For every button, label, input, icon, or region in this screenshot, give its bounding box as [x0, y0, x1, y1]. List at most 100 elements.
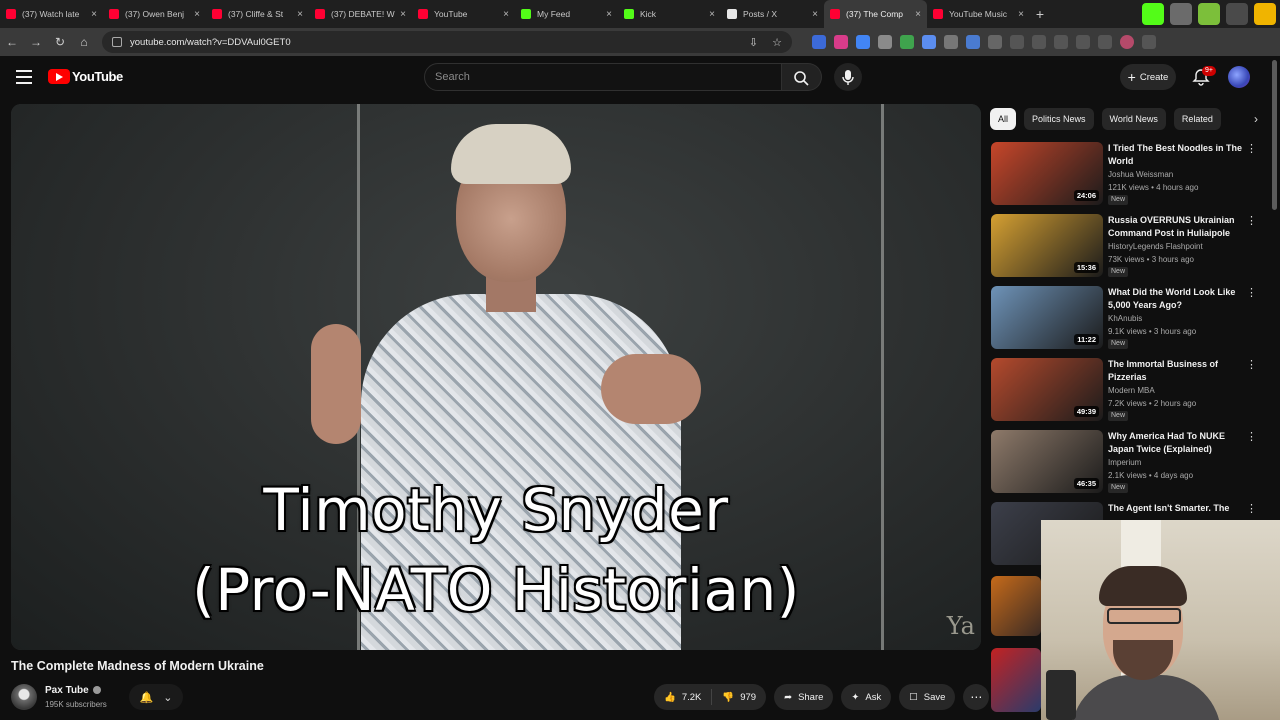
page-scrollbar[interactable]	[1272, 60, 1277, 210]
browser-tab[interactable]: YouTube ×	[412, 0, 515, 28]
chevron-right-icon[interactable]: ›	[1254, 112, 1266, 126]
share-button[interactable]: ➦ Share	[774, 684, 834, 710]
browser-tab[interactable]: (37) Watch late ×	[0, 0, 103, 28]
recommendation-thumbnail[interactable]: 46:35	[991, 430, 1103, 493]
counter-extension-icon[interactable]	[1226, 3, 1248, 25]
tab-close-icon[interactable]: ×	[91, 9, 97, 20]
more-options-icon[interactable]: ⋮	[1246, 430, 1257, 443]
recommendation-thumbnail[interactable]	[991, 576, 1041, 636]
tab-close-icon[interactable]: ×	[812, 9, 818, 20]
extension-icon[interactable]	[900, 35, 914, 49]
history-icon[interactable]	[1010, 35, 1024, 49]
chip-related[interactable]: Related	[1173, 108, 1221, 130]
browser-tab[interactable]: (37) Owen Benj ×	[103, 0, 206, 28]
recommendation-item[interactable]: 24:06 I Tried The Best Noodles in The Wor…	[991, 142, 1261, 206]
new-tab-button[interactable]: +	[1030, 6, 1050, 22]
mask-extension-icon[interactable]	[1254, 3, 1276, 25]
chip-politics-news[interactable]: Politics News	[1024, 108, 1094, 130]
tab-label: (37) Cliffe & St	[228, 9, 284, 19]
tab-close-icon[interactable]: ×	[709, 9, 715, 20]
more-actions-button[interactable]: ⋯	[963, 684, 990, 710]
recommendation-thumbnail[interactable]: 15:36	[991, 214, 1103, 277]
browser-tab[interactable]: (37) Cliffe & St ×	[206, 0, 309, 28]
install-icon[interactable]: ⇩	[749, 36, 758, 49]
devtools-icon[interactable]	[1032, 35, 1046, 49]
back-icon[interactable]: ←	[0, 35, 24, 49]
video-caption-name: Timothy Snyder	[263, 476, 729, 544]
search-button[interactable]	[782, 63, 822, 91]
chip-world-news[interactable]: World News	[1101, 108, 1166, 130]
tab-close-icon[interactable]: ×	[297, 9, 303, 20]
subscription-bell-button[interactable]: 🔔 ⌄	[129, 684, 183, 710]
tab-label: (37) The Comp	[846, 9, 904, 19]
browser-tab[interactable]: (37) The Comp ×	[824, 0, 927, 28]
browser-tab[interactable]: Posts / X ×	[721, 0, 824, 28]
account-avatar[interactable]	[1228, 66, 1250, 88]
tab-close-icon[interactable]: ×	[606, 9, 612, 20]
bookmark-star-icon[interactable]: ☆	[772, 36, 782, 49]
browser-tab[interactable]: Kick ×	[618, 0, 721, 28]
recommendation-thumbnail[interactable]: 11:22	[991, 286, 1103, 349]
more-options-icon[interactable]: ⋮	[1246, 214, 1257, 227]
more-options-icon[interactable]: ⋮	[1246, 358, 1257, 371]
screenshot-icon[interactable]	[1098, 35, 1112, 49]
tab-close-icon[interactable]: ×	[194, 9, 200, 20]
tab-close-icon[interactable]: ×	[915, 9, 921, 20]
share-icon: ➦	[784, 691, 793, 703]
extensions-puzzle-icon[interactable]	[988, 35, 1002, 49]
voice-search-button[interactable]	[834, 63, 862, 91]
recommendation-item[interactable]: 11:22 What Did the World Look Like 5,000 …	[991, 286, 1261, 350]
like-button[interactable]: 👍 7.2K	[654, 684, 711, 710]
extension-icon[interactable]	[878, 35, 892, 49]
channel-name[interactable]: Pax Tube	[45, 685, 101, 696]
browser-menu-icon[interactable]	[1142, 35, 1156, 49]
tab-close-icon[interactable]: ×	[400, 9, 406, 20]
more-options-icon[interactable]: ⋮	[1246, 142, 1257, 155]
recommendation-meta: 73K views • 3 hours ago	[1108, 255, 1194, 264]
recommendation-thumbnail[interactable]	[991, 648, 1041, 712]
dislike-button[interactable]: 👎 979	[712, 684, 766, 710]
create-button[interactable]: + Create	[1120, 64, 1176, 90]
recommendation-item[interactable]: 46:35 Why America Had To NUKE Japan Twice…	[991, 430, 1261, 494]
recommendation-thumbnail[interactable]: 49:39	[991, 358, 1103, 421]
profile-avatar[interactable]	[1120, 35, 1134, 49]
tab-favicon-icon	[6, 9, 16, 19]
extension-icon[interactable]	[966, 35, 980, 49]
browser-tab[interactable]: (37) DEBATE! W ×	[309, 0, 412, 28]
video-player[interactable]: Timothy Snyder (Pro-NATO Historian) Ya	[11, 104, 981, 650]
recommendation-thumbnail[interactable]: 24:06	[991, 142, 1103, 205]
browser-tab[interactable]: My Feed ×	[515, 0, 618, 28]
reading-list-icon[interactable]	[1054, 35, 1068, 49]
profile-extension-icon[interactable]	[1170, 3, 1192, 25]
extension-icon[interactable]	[834, 35, 848, 49]
chip-all[interactable]: All	[990, 108, 1017, 130]
create-label: Create	[1139, 71, 1169, 83]
sidepanel-icon[interactable]	[1076, 35, 1090, 49]
site-info-icon[interactable]	[112, 37, 122, 47]
tab-close-icon[interactable]: ×	[1018, 9, 1024, 20]
channel-avatar[interactable]	[11, 684, 37, 710]
ask-button[interactable]: ✦ Ask	[841, 684, 892, 710]
tab-close-icon[interactable]: ×	[503, 9, 509, 20]
tab-favicon-icon	[521, 9, 531, 19]
play-extension-icon[interactable]	[1198, 3, 1220, 25]
save-button[interactable]: ☐ Save	[899, 684, 956, 710]
forward-icon[interactable]: →	[24, 35, 48, 49]
more-options-icon[interactable]: ⋮	[1246, 286, 1257, 299]
new-badge: New	[1108, 195, 1129, 205]
extension-icon[interactable]	[856, 35, 870, 49]
home-icon[interactable]: ⌂	[72, 35, 96, 49]
menu-icon[interactable]	[16, 70, 32, 88]
recommendation-item[interactable]: 49:39 The Immortal Business of Pizzerias M…	[991, 358, 1261, 422]
youtube-logo[interactable]: YouTube	[48, 69, 123, 84]
kick-extension-icon[interactable]	[1142, 3, 1164, 25]
reload-icon[interactable]: ↻	[48, 35, 72, 49]
address-bar[interactable]: youtube.com/watch?v=DDVAul0GET0 ⇩ ☆	[102, 31, 792, 53]
extension-icon[interactable]	[922, 35, 936, 49]
extension-icon[interactable]	[944, 35, 958, 49]
extension-icon[interactable]	[812, 35, 826, 49]
browser-tab[interactable]: YouTube Music ×	[927, 0, 1030, 28]
recommendation-item[interactable]: 15:36 Russia OVERRUNS Ukrainian Command P…	[991, 214, 1261, 278]
more-options-icon[interactable]: ⋮	[1246, 502, 1257, 515]
search-input[interactable]	[435, 71, 771, 83]
